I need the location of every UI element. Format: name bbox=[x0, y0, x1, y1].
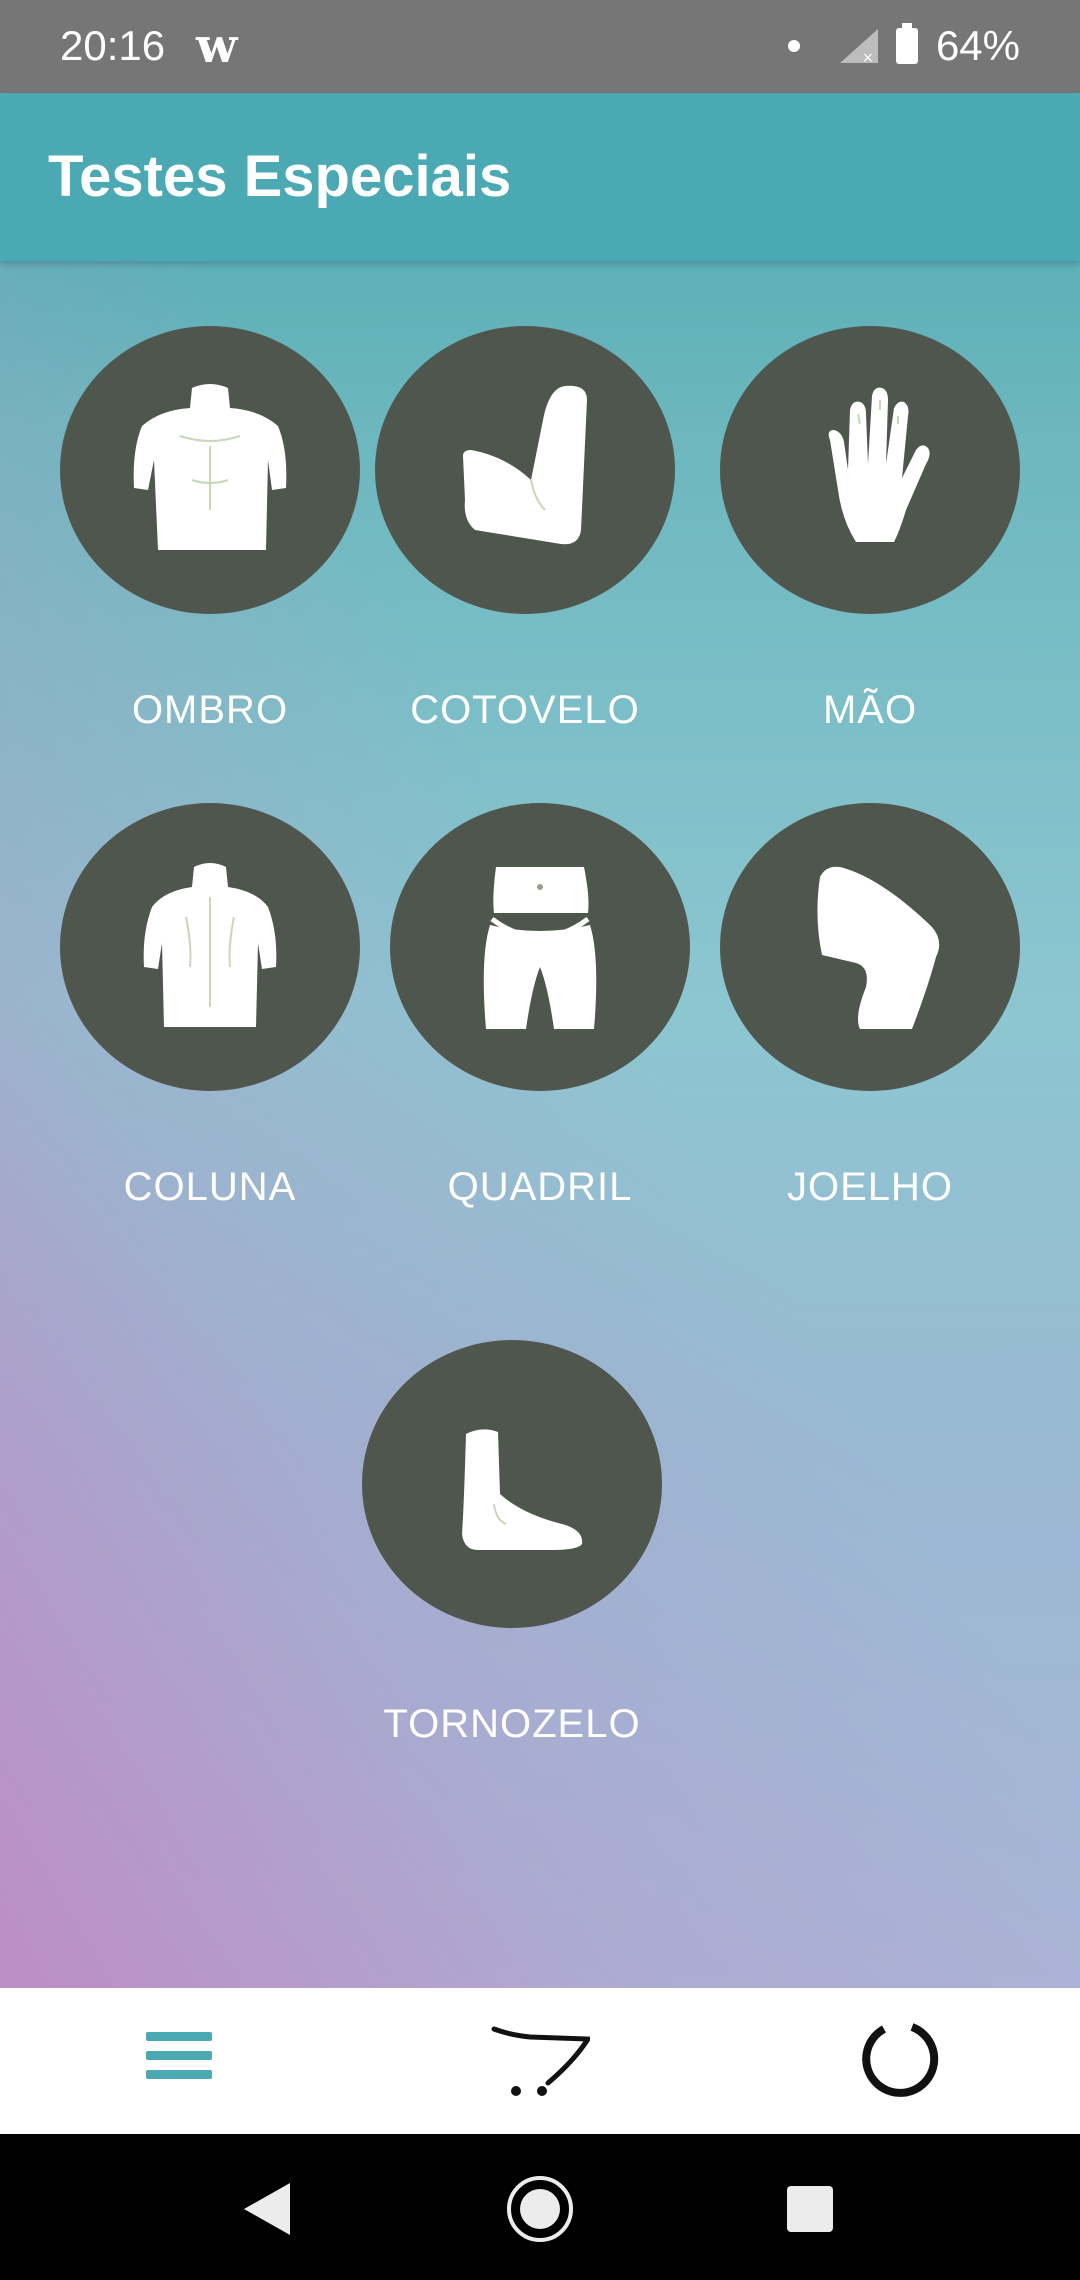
back-icon bbox=[60, 803, 360, 1091]
tile-label: COLUNA bbox=[123, 1165, 297, 1209]
tile-label: QUADRIL bbox=[447, 1165, 633, 1209]
back-button[interactable] bbox=[232, 2174, 302, 2244]
battery-icon bbox=[895, 23, 918, 64]
recents-square-icon bbox=[787, 2186, 833, 2232]
page-title: Testes Especiais bbox=[48, 144, 512, 209]
tile-coluna[interactable]: COLUNA bbox=[60, 803, 360, 1209]
foot-icon bbox=[362, 1340, 662, 1628]
notification-app-icon: w bbox=[196, 18, 238, 74]
hip-icon bbox=[390, 803, 690, 1091]
status-time: 20:16 bbox=[60, 22, 166, 69]
svg-text:×: × bbox=[862, 50, 874, 63]
cart-button[interactable] bbox=[440, 1988, 640, 2134]
app-bar: Testes Especiais bbox=[0, 93, 1080, 261]
knee-icon bbox=[720, 803, 1020, 1091]
bottom-navigation bbox=[0, 1988, 1080, 2134]
main-content: Testes Especiais OMBRO COTOVELO MÃO COLU… bbox=[0, 93, 1080, 1988]
back-triangle-icon bbox=[244, 2183, 290, 2235]
torso-front-icon bbox=[60, 326, 360, 614]
tile-label: TORNOZELO bbox=[383, 1702, 641, 1746]
circle-icon bbox=[862, 2023, 939, 2097]
system-navigation bbox=[0, 2134, 1080, 2280]
recents-button[interactable] bbox=[775, 2174, 845, 2244]
home-circle-icon bbox=[507, 2176, 573, 2242]
loading-button[interactable] bbox=[800, 1988, 1000, 2134]
tile-quadril[interactable]: QUADRIL bbox=[390, 803, 690, 1209]
home-button[interactable] bbox=[505, 2174, 575, 2244]
menu-button[interactable] bbox=[79, 1988, 279, 2134]
tile-cotovelo[interactable]: COTOVELO bbox=[375, 326, 675, 732]
tile-label: MÃO bbox=[822, 688, 918, 732]
tile-tornozelo[interactable]: TORNOZELO bbox=[362, 1340, 662, 1746]
elbow-icon bbox=[375, 326, 675, 614]
battery-level: 64% bbox=[935, 22, 1020, 69]
tile-mao[interactable]: MÃO bbox=[720, 326, 1020, 732]
tile-label: OMBRO bbox=[131, 688, 289, 732]
cart-icon bbox=[491, 2026, 590, 2096]
tile-ombro[interactable]: OMBRO bbox=[60, 326, 360, 732]
status-bar: 20:16 w × 64% bbox=[0, 0, 1080, 93]
notification-dot-icon bbox=[787, 40, 800, 52]
tile-joelho[interactable]: JOELHO bbox=[720, 803, 1020, 1209]
tile-label: JOELHO bbox=[786, 1165, 954, 1209]
tile-label: COTOVELO bbox=[410, 688, 640, 732]
signal-icon: × bbox=[839, 29, 878, 63]
menu-icon bbox=[146, 2032, 212, 2079]
status-indicators: × 64% bbox=[787, 22, 1020, 70]
hand-icon bbox=[720, 326, 1020, 614]
